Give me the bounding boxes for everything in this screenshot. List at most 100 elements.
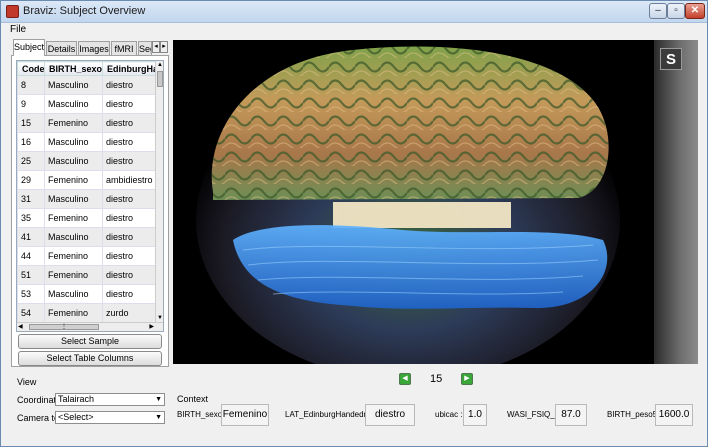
column-header-birth-sexo5[interactable]: BIRTH_sexo5 bbox=[44, 61, 103, 76]
table-cell: Femenino bbox=[44, 265, 103, 285]
table-row[interactable]: 29 Femenino ambidiestro bbox=[17, 170, 158, 190]
table-header-row: Code BIRTH_sexo5 EdinburgHandedness bbox=[17, 61, 158, 76]
table-cell: diestro bbox=[102, 189, 158, 209]
menu-bar: File bbox=[1, 23, 707, 37]
table-cell: Masculino bbox=[44, 94, 103, 114]
minimize-button[interactable]: – bbox=[649, 3, 667, 19]
table-cell: Femenino bbox=[44, 113, 103, 133]
context-value-birth-peso5: 1600.0 bbox=[655, 404, 693, 426]
table-cell: 16 bbox=[17, 132, 45, 152]
table-cell: zurdo bbox=[102, 303, 158, 323]
table-cell: Masculino bbox=[44, 75, 103, 95]
table-cell: diestro bbox=[102, 265, 158, 285]
chevron-down-icon: ▼ bbox=[155, 414, 162, 421]
table-cell: 41 bbox=[17, 227, 45, 247]
table-cell: Masculino bbox=[44, 151, 103, 171]
table-row[interactable]: 16 Masculino diestro bbox=[17, 132, 158, 152]
horizontal-scrollbar-thumb[interactable]: ⋮ bbox=[29, 324, 99, 330]
table-cell: 44 bbox=[17, 246, 45, 266]
column-header-code[interactable]: Code bbox=[17, 61, 45, 76]
menu-file[interactable]: File bbox=[10, 24, 26, 35]
tab-fmri[interactable]: fMRI bbox=[111, 41, 137, 56]
tab-scroll-right-icon[interactable]: ▸ bbox=[160, 41, 168, 53]
table-cell: diestro bbox=[102, 94, 158, 114]
table-cell: 15 bbox=[17, 113, 45, 133]
camera-select[interactable]: <Select> ▼ bbox=[55, 411, 165, 424]
column-header-edinburg-handedness[interactable]: EdinburgHandedness bbox=[102, 61, 158, 76]
context-value-birth-sexo5: Femenino bbox=[221, 404, 269, 426]
coordinates-value: Talairach bbox=[58, 394, 95, 404]
slice-navigator: ◀ 15 ▶ bbox=[399, 372, 474, 388]
chevron-down-icon: ▼ bbox=[155, 396, 162, 403]
table-cell: Masculino bbox=[44, 227, 103, 247]
3d-brain-viewer[interactable]: S bbox=[173, 40, 698, 364]
select-sample-button[interactable]: Select Sample bbox=[18, 334, 162, 349]
coordinates-select[interactable]: Talairach ▼ bbox=[55, 393, 165, 406]
table-cell: 54 bbox=[17, 303, 45, 323]
next-slice-button[interactable]: ▶ bbox=[461, 373, 473, 385]
table-cell: diestro bbox=[102, 75, 158, 95]
table-cell: 25 bbox=[17, 151, 45, 171]
table-row[interactable]: 15 Femenino diestro bbox=[17, 113, 158, 133]
scroll-right-icon[interactable]: ▶ bbox=[149, 323, 154, 331]
context-label-ubicac: ubicac : bbox=[435, 410, 463, 419]
orientation-badge: S bbox=[660, 48, 682, 70]
tab-details[interactable]: Details bbox=[46, 41, 77, 56]
table-cell: Femenino bbox=[44, 208, 103, 228]
table-cell: 53 bbox=[17, 284, 45, 304]
previous-slice-button[interactable]: ◀ bbox=[399, 373, 411, 385]
context-value-wasi-fsiq: 87.0 bbox=[555, 404, 587, 426]
view-group: View Coordinates: Talairach ▼ Camera to:… bbox=[11, 373, 169, 445]
table-cell: Masculino bbox=[44, 284, 103, 304]
table-cell: 9 bbox=[17, 94, 45, 114]
table-row[interactable]: 41 Masculino diestro bbox=[17, 227, 158, 247]
table-cell: Femenino bbox=[44, 170, 103, 190]
table-row[interactable]: 31 Masculino diestro bbox=[17, 189, 158, 209]
table-row[interactable]: 8 Masculino diestro bbox=[17, 75, 158, 95]
scroll-left-icon[interactable]: ◀ bbox=[18, 323, 23, 331]
table-row[interactable]: 9 Masculino diestro bbox=[17, 94, 158, 114]
close-button[interactable]: ✕ bbox=[685, 3, 705, 19]
tab-seg[interactable]: Seg bbox=[138, 41, 152, 56]
table-row[interactable]: 35 Femenino diestro bbox=[17, 208, 158, 228]
table-cell: Masculino bbox=[44, 189, 103, 209]
subject-grid: Code BIRTH_sexo5 EdinburgHandedness 8Mas… bbox=[17, 61, 158, 323]
subject-tab-pane: Code BIRTH_sexo5 EdinburgHandedness 8Mas… bbox=[11, 55, 169, 367]
tab-images[interactable]: Images bbox=[78, 41, 110, 56]
table-row[interactable]: 51 Femenino diestro bbox=[17, 265, 158, 285]
table-row[interactable]: 25 Masculino diestro bbox=[17, 151, 158, 171]
table-cell: Masculino bbox=[44, 132, 103, 152]
table-horizontal-scrollbar[interactable]: ◀ ⋮ ▶ bbox=[17, 322, 163, 331]
viewer-side-panel: S bbox=[654, 40, 698, 364]
table-cell: 35 bbox=[17, 208, 45, 228]
tab-bar: Subject Details Images fMRI Seg ◂ ▸ bbox=[11, 39, 169, 56]
app-window: Braviz: Subject Overview – ▫ ✕ File Subj… bbox=[0, 0, 708, 447]
table-vertical-scrollbar[interactable]: ▲ ▼ bbox=[155, 61, 163, 323]
table-cell: diestro bbox=[102, 284, 158, 304]
app-icon bbox=[6, 5, 19, 18]
camera-value: <Select> bbox=[58, 412, 94, 422]
table-cell: diestro bbox=[102, 113, 158, 133]
table-cell: diestro bbox=[102, 151, 158, 171]
tab-scroll-left-icon[interactable]: ◂ bbox=[152, 41, 160, 53]
brain-render bbox=[173, 40, 620, 364]
table-row[interactable]: 54 Femenino zurdo bbox=[17, 303, 158, 323]
context-value-handedness: diestro bbox=[365, 404, 415, 426]
scroll-up-icon[interactable]: ▲ bbox=[156, 61, 163, 70]
maximize-button[interactable]: ▫ bbox=[667, 3, 685, 19]
table-row[interactable]: 53 Masculino diestro bbox=[17, 284, 158, 304]
context-value-ubicac: 1.0 bbox=[463, 404, 487, 426]
tab-subject[interactable]: Subject bbox=[13, 39, 45, 56]
subject-panel: Subject Details Images fMRI Seg ◂ ▸ Code… bbox=[11, 39, 169, 367]
slice-number: 15 bbox=[430, 373, 443, 385]
select-table-columns-button[interactable]: Select Table Columns bbox=[18, 351, 162, 366]
table-cell: 29 bbox=[17, 170, 45, 190]
title-bar[interactable]: Braviz: Subject Overview – ▫ ✕ bbox=[1, 1, 707, 23]
subject-table[interactable]: Code BIRTH_sexo5 EdinburgHandedness 8Mas… bbox=[16, 60, 164, 332]
scrollbar-thumb[interactable] bbox=[157, 71, 163, 87]
table-cell: diestro bbox=[102, 132, 158, 152]
context-label-birth-peso5: BIRTH_peso5 : bbox=[607, 410, 662, 419]
context-panel: Context BIRTH_sexo5 : Femenino LAT_Edinb… bbox=[173, 394, 699, 428]
table-cell: diestro bbox=[102, 246, 158, 266]
table-row[interactable]: 44 Femenino diestro bbox=[17, 246, 158, 266]
